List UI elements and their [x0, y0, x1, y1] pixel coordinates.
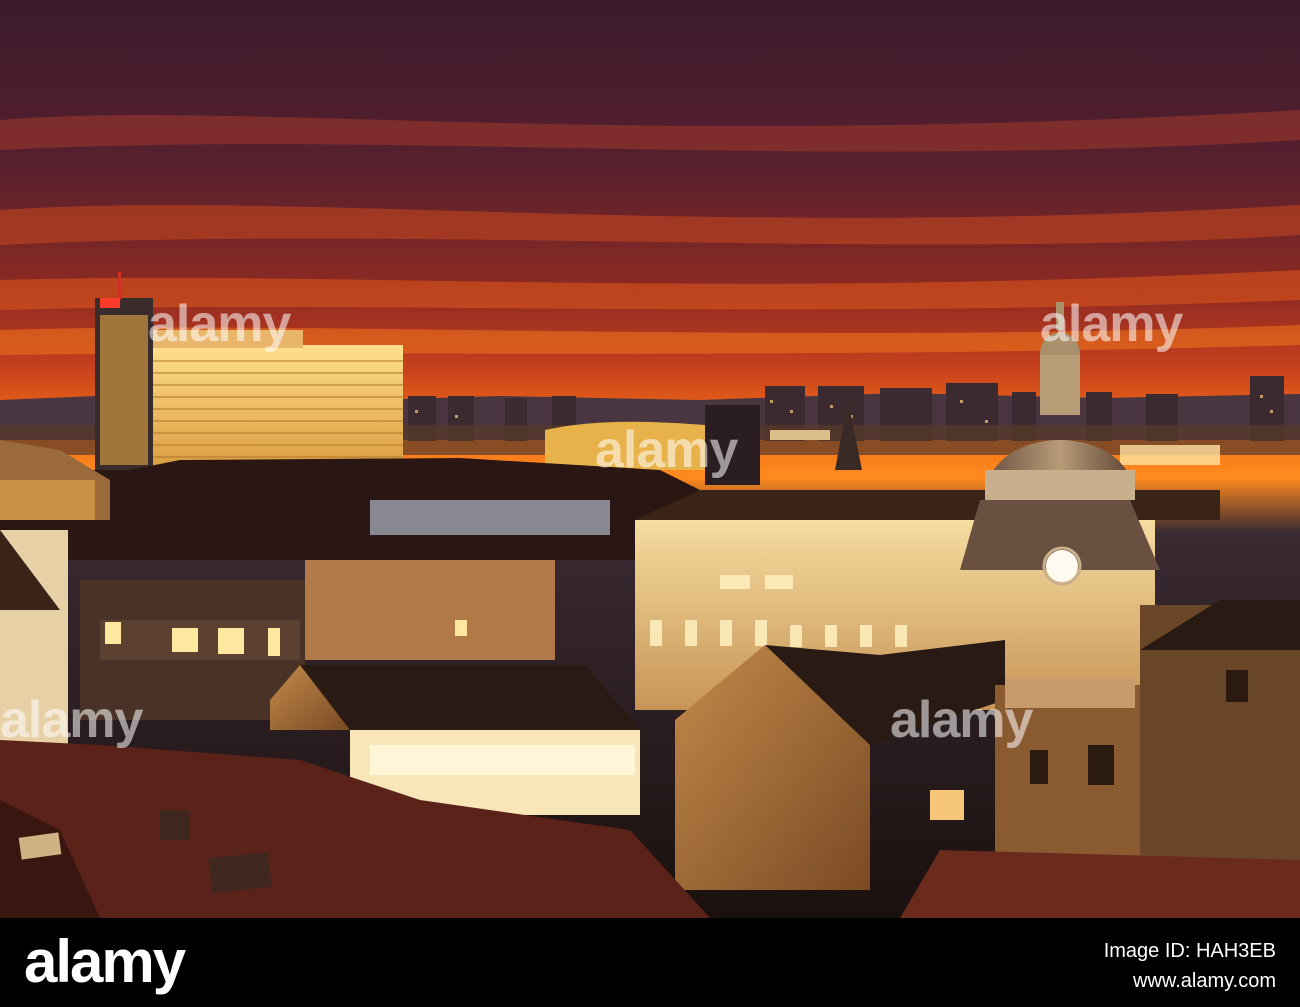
footer-bar: alamy Image ID: HAH3EB www.alamy.com [0, 918, 1300, 1007]
lit-building [370, 500, 610, 535]
office-tower [95, 272, 153, 470]
photo-canvas [0, 0, 1300, 918]
gold-building [545, 421, 705, 470]
clock-face [1046, 550, 1078, 582]
hotel-building [153, 330, 403, 473]
brand-logo[interactable]: alamy [24, 932, 186, 992]
site-url[interactable]: www.alamy.com [1133, 970, 1276, 992]
photo: alamy alamy alamy alamy alamy [0, 0, 1300, 918]
image-id-label: Image ID: HAH3EB [1103, 940, 1276, 962]
